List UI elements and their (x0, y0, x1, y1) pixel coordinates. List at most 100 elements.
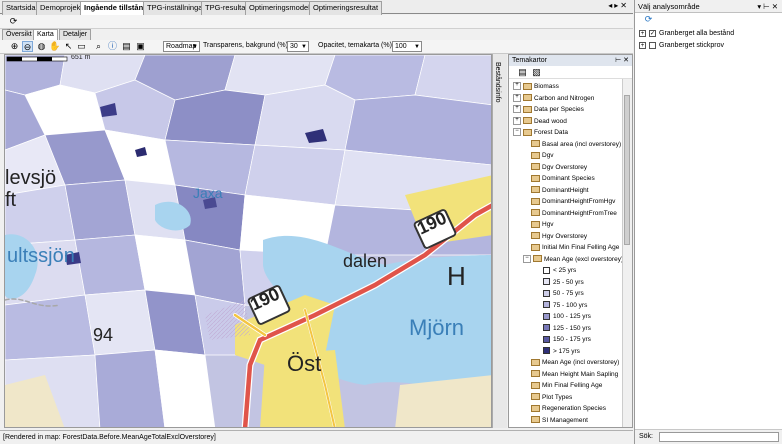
tree-item[interactable]: Initial Min Final Felling Age (523, 242, 619, 253)
tree-item[interactable]: Dgv (523, 150, 554, 161)
legend-item: 100 - 125 yrs (543, 311, 591, 322)
tree-item[interactable]: Dominant Species (523, 173, 595, 184)
tree-item[interactable]: DominantHeightFromTree (523, 208, 617, 219)
scrollbar-thumb[interactable] (624, 95, 630, 245)
legend-label: > 175 yrs (553, 347, 580, 355)
tree-item-label: Initial Min Final Felling Age (542, 244, 620, 251)
tab-ingaende-tillstand[interactable]: Ingående tillstånd (80, 1, 152, 15)
expand-icon[interactable]: + (513, 116, 521, 125)
collapse-icon[interactable]: − (513, 128, 521, 137)
tree-item-label: DominantHeightFromTree (542, 209, 617, 217)
tab-startsida[interactable]: Startsida (2, 1, 40, 15)
temakartor-toolbar: ▤ ▧ (509, 66, 632, 79)
theme-map-icon (531, 197, 540, 205)
refresh-icon[interactable]: ⟳ (643, 14, 654, 25)
expand-icon[interactable]: + (513, 82, 521, 91)
search-map-icon[interactable]: ⌕ (93, 41, 104, 52)
tab-tpg-resultat[interactable]: TPG-resultat (201, 1, 252, 15)
tree-item[interactable]: DominantHeightFromHgv (523, 196, 615, 207)
save-icon[interactable]: ▣ (135, 41, 146, 52)
select-arrow-icon[interactable]: ↖ (63, 41, 74, 52)
tree-item-label: Dead wood (534, 117, 567, 125)
tab-scroll-controls[interactable]: ◂▸✕ (608, 1, 629, 10)
legend-swatch (543, 289, 550, 297)
theme-map-icon (531, 393, 540, 401)
theme-map-icon (531, 381, 540, 389)
select-rectangle-icon[interactable]: ▭ (76, 41, 87, 52)
chevron-down-icon: ▼ (301, 44, 307, 50)
tree-item[interactable]: Mean Age (incl overstorey) (523, 357, 619, 368)
zoom-in-icon[interactable]: ⊕ (9, 41, 20, 52)
tab-demoprojekt[interactable]: Demoprojekt (36, 1, 87, 15)
tree-item[interactable]: Plot Types (523, 392, 572, 403)
tree-item[interactable]: SI Management (523, 415, 588, 426)
place-label: Öst (287, 351, 322, 376)
expand-icon[interactable]: + (513, 93, 521, 102)
legend-label: 150 - 175 yrs (553, 336, 591, 343)
theme-map-icon (531, 209, 540, 217)
collapse-icon[interactable]: − (523, 254, 531, 263)
tree-item[interactable]: Basal area (incl overstorey) (523, 139, 621, 150)
tree-item[interactable]: − Forest Data (513, 127, 568, 138)
refresh-icon[interactable]: ⟳ (8, 16, 19, 27)
place-label: levsjö (5, 167, 57, 189)
pin-icon[interactable]: ⊢ ✕ (615, 55, 629, 66)
theme-map-icon (531, 174, 540, 182)
checkbox-unchecked[interactable] (649, 41, 656, 49)
expand-icon[interactable]: + (639, 41, 646, 49)
tree-item[interactable]: + Biomass (513, 81, 559, 92)
theme-map-icon (531, 243, 540, 251)
tree-scrollbar[interactable] (622, 79, 632, 427)
tree-item[interactable]: − Mean Age (excl overstorey) (523, 254, 622, 265)
legend-item: 125 - 150 yrs (543, 323, 591, 334)
panel-controls[interactable]: ▾⊢✕ (757, 0, 780, 13)
pan-hand-icon[interactable]: ✋ (49, 41, 60, 52)
basemap-select[interactable]: Roadmap ▼ (163, 41, 200, 52)
layer-add-icon[interactable]: ▤ (517, 67, 528, 78)
scale-bar-label: 651 m (71, 54, 91, 61)
document-tab-strip: Startsida Demoprojekt Ingående tillstånd… (0, 0, 633, 15)
tree-item[interactable]: Min Final Felling Age (523, 380, 602, 391)
tree-item[interactable]: + Dead wood (513, 116, 567, 127)
tab-optimeringsresultat[interactable]: Optimeringsresultat (309, 1, 383, 15)
expand-icon[interactable]: + (513, 105, 521, 114)
legend-swatch (543, 312, 550, 320)
tree-item[interactable]: Mean Height Main Sapling (523, 369, 618, 380)
map-canvas[interactable]: 651 m 190 190 dalen Mjörn Öst H levsjö f… (4, 54, 492, 428)
legend-swatch (543, 335, 550, 343)
tree-item[interactable]: + Carbon and Nitrogen (513, 93, 594, 104)
search-input[interactable] (659, 432, 779, 442)
theme-map-icon (523, 117, 532, 125)
legend-item: < 25 yrs (543, 265, 576, 276)
expand-icon[interactable]: + (639, 29, 646, 37)
tree-item[interactable]: Regeneration Species (523, 403, 606, 414)
opacity-select-value: 100 (395, 43, 407, 50)
place-label: dalen (343, 251, 388, 271)
tree-item[interactable]: DominantHeight (523, 185, 589, 196)
view-subtabs: Översikt Karta Detaljer (0, 29, 100, 41)
info-icon[interactable]: ⓘ (107, 41, 118, 52)
theme-map-icon (531, 404, 540, 412)
layers-icon[interactable]: ▤ (121, 41, 132, 52)
tree-item-label: Mean Height Main Sapling (542, 370, 619, 378)
opacity-select[interactable]: 100 ▼ (392, 41, 422, 52)
analysis-item-alla[interactable]: + ✓ Granberget alla bestånd (639, 28, 734, 39)
legend-label: < 25 yrs (553, 267, 577, 274)
transparency-select-value: 30 (290, 43, 298, 50)
tree-item[interactable]: Hgv (523, 219, 554, 230)
tree-item[interactable]: Dgv Overstorey (523, 162, 587, 173)
tree-item-label: Min Final Felling Age (542, 382, 603, 389)
checkbox-checked[interactable]: ✓ (649, 29, 656, 37)
bestandsinfo-label: Beståndsinfo (494, 62, 501, 103)
tree-item-label: Regeneration Species (542, 405, 606, 412)
tab-optimeringsmodell[interactable]: Optimeringsmodell (245, 1, 316, 15)
tree-item[interactable]: Hgv Overstorey (523, 231, 587, 242)
zoom-out-icon[interactable]: ⊖ (22, 41, 33, 52)
bestandsinfo-side-tab[interactable]: Beståndsinfo (492, 54, 507, 428)
transparency-select[interactable]: 30 ▼ (287, 41, 309, 52)
tab-tpg-installningar[interactable]: TPG-inställningar (143, 1, 209, 15)
globe-icon[interactable]: ◍ (36, 41, 47, 52)
tree-item[interactable]: + Data per Species (513, 104, 584, 115)
layer-edit-icon[interactable]: ▧ (531, 67, 542, 78)
analysis-item-stickprov[interactable]: + Granberget stickprov (639, 40, 724, 51)
